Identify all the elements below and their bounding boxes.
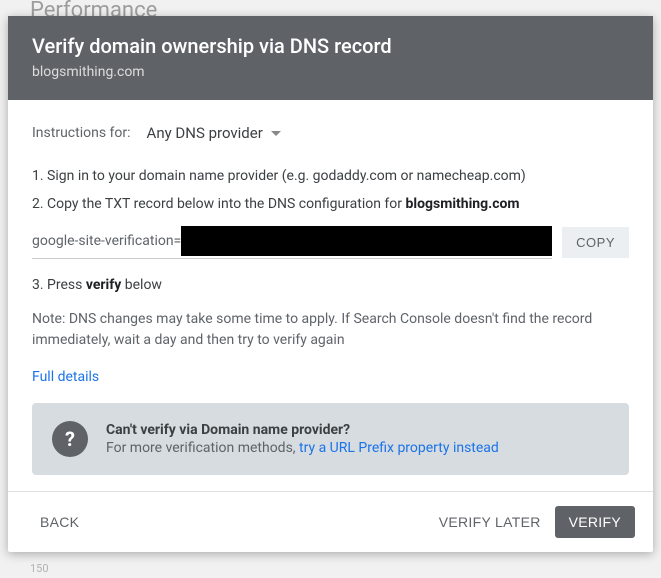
- txt-record-row: google-site-verification= COPY: [32, 226, 629, 259]
- dialog-title: Verify domain ownership via DNS record: [32, 34, 629, 58]
- help-text-pre: For more verification methods,: [106, 440, 299, 456]
- copy-button[interactable]: COPY: [562, 227, 629, 258]
- full-details-link[interactable]: Full details: [32, 369, 99, 385]
- verify-later-button[interactable]: VERIFY LATER: [425, 506, 555, 538]
- url-prefix-link[interactable]: try a URL Prefix property instead: [299, 440, 499, 456]
- step-2: 2. Copy the TXT record below into the DN…: [32, 196, 629, 212]
- question-icon: ?: [52, 421, 88, 457]
- step-2-domain: blogsmithing.com: [406, 196, 520, 212]
- txt-redacted: [181, 226, 552, 256]
- step-2-text: 2. Copy the TXT record below into the DN…: [32, 196, 406, 212]
- step-1: 1. Sign in to your domain name provider …: [32, 168, 629, 184]
- dialog-domain: blogsmithing.com: [32, 64, 629, 80]
- help-box: ? Can't verify via Domain name provider?…: [32, 403, 629, 475]
- dropdown-caret-icon: [271, 131, 281, 136]
- dns-provider-value: Any DNS provider: [147, 124, 263, 142]
- dialog-body: Instructions for: Any DNS provider 1. Si…: [8, 100, 653, 491]
- step-3-bold: verify: [86, 277, 121, 293]
- verify-dialog: Verify domain ownership via DNS record b…: [8, 16, 653, 552]
- help-title: Can't verify via Domain name provider?: [106, 422, 499, 438]
- bg-axis-number: 150: [30, 562, 49, 575]
- dns-note: Note: DNS changes may take some time to …: [32, 309, 629, 351]
- step-3-pre: 3. Press: [32, 277, 86, 293]
- dns-provider-select[interactable]: Any DNS provider: [147, 124, 281, 142]
- back-button[interactable]: BACK: [26, 506, 93, 538]
- verify-button[interactable]: VERIFY: [555, 506, 635, 538]
- help-text: Can't verify via Domain name provider? F…: [106, 422, 499, 456]
- help-subtitle: For more verification methods, try a URL…: [106, 440, 499, 456]
- step-3: 3. Press verify below: [32, 277, 629, 293]
- txt-record-field[interactable]: google-site-verification=: [32, 226, 552, 259]
- txt-prefix: google-site-verification=: [32, 233, 181, 249]
- dialog-footer: BACK VERIFY LATER VERIFY: [8, 491, 653, 552]
- instructions-row: Instructions for: Any DNS provider: [32, 124, 629, 142]
- instructions-label: Instructions for:: [32, 125, 131, 141]
- dialog-header: Verify domain ownership via DNS record b…: [8, 16, 653, 100]
- step-3-post: below: [121, 277, 162, 293]
